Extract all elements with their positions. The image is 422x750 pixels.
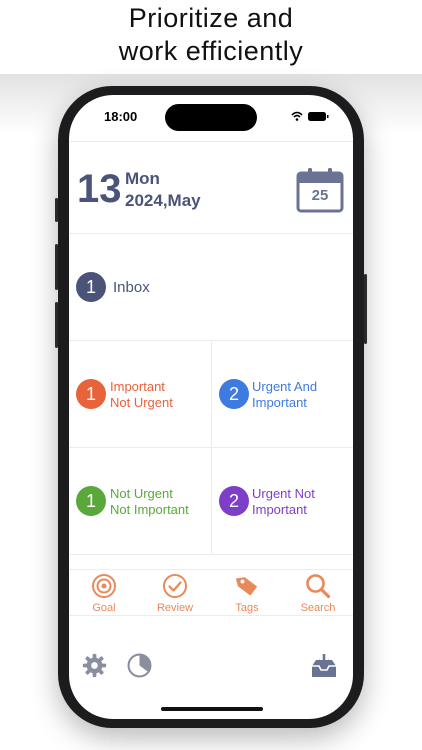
- volume-up-button: [55, 244, 58, 290]
- divider: [69, 615, 353, 616]
- tab-search[interactable]: Search: [288, 573, 348, 614]
- headline: Prioritize and work efficiently: [0, 2, 422, 68]
- status-time: 18:00: [104, 109, 138, 124]
- target-icon: [92, 574, 116, 598]
- inbox-count-badge: 1: [76, 272, 106, 302]
- search-icon: [306, 574, 331, 599]
- quadrant-label: Urgent And Important: [252, 379, 317, 411]
- wifi-battery-icon: [291, 111, 329, 121]
- quadrant-label: Urgent Not Important: [252, 486, 315, 518]
- quadrant-label-line-2: Important: [252, 502, 307, 517]
- divider: [69, 554, 353, 555]
- home-indicator[interactable]: [161, 707, 263, 711]
- date-year-month: 2024,May: [125, 191, 201, 210]
- divider: [69, 233, 353, 234]
- date-weekday: Mon: [125, 169, 160, 188]
- tag-icon: [235, 577, 258, 596]
- power-button: [364, 274, 367, 344]
- quadrant-label-line-2: Not Important: [110, 502, 189, 517]
- quadrant-count-badge: 1: [76, 379, 106, 409]
- quadrant-count-badge: 1: [76, 486, 106, 516]
- tab-review[interactable]: Review: [145, 573, 205, 614]
- quadrant-label-line-2: Important: [252, 395, 307, 410]
- pie-chart-icon[interactable]: [127, 653, 152, 678]
- date-day: 13: [77, 167, 122, 211]
- tab-goal[interactable]: Goal: [74, 573, 134, 614]
- headline-line-1: Prioritize and: [128, 3, 294, 33]
- app-screen: 18:00 13 Mon 2024,May 25 1 Inbox 1 Impor…: [69, 95, 353, 719]
- quadrant-label-line-1: Urgent And: [252, 379, 318, 394]
- divider: [69, 569, 353, 570]
- calendar-icon-day: 25: [311, 187, 329, 204]
- tab-tags[interactable]: Tags: [217, 573, 277, 614]
- gear-icon[interactable]: [82, 653, 107, 678]
- dynamic-island: [165, 104, 257, 131]
- quadrant-label-line-1: Not Urgent: [110, 486, 173, 501]
- quadrant-label-line-1: Important: [110, 379, 165, 394]
- headline-line-2: work efficiently: [118, 36, 304, 66]
- quadrant-label-line-1: Urgent Not: [252, 486, 315, 501]
- tab-search-label: Search: [300, 602, 336, 614]
- quadrant-count-badge: 2: [219, 486, 249, 516]
- volume-down-button: [55, 302, 58, 348]
- inbox-label: Inbox: [113, 279, 150, 296]
- check-circle-icon: [163, 574, 187, 598]
- quadrant-label-line-2: Not Urgent: [110, 395, 173, 410]
- divider: [69, 447, 353, 448]
- tab-review-label: Review: [156, 602, 194, 614]
- tab-goal-label: Goal: [92, 602, 116, 614]
- tab-tags-label: Tags: [235, 602, 259, 614]
- quadrant-count-badge: 2: [219, 379, 249, 409]
- mute-switch: [55, 198, 58, 222]
- quadrant-label: Not Urgent Not Important: [110, 486, 189, 518]
- divider: [69, 141, 353, 142]
- quadrant-label: Important Not Urgent: [110, 379, 173, 411]
- inbox-download-icon[interactable]: [310, 653, 338, 679]
